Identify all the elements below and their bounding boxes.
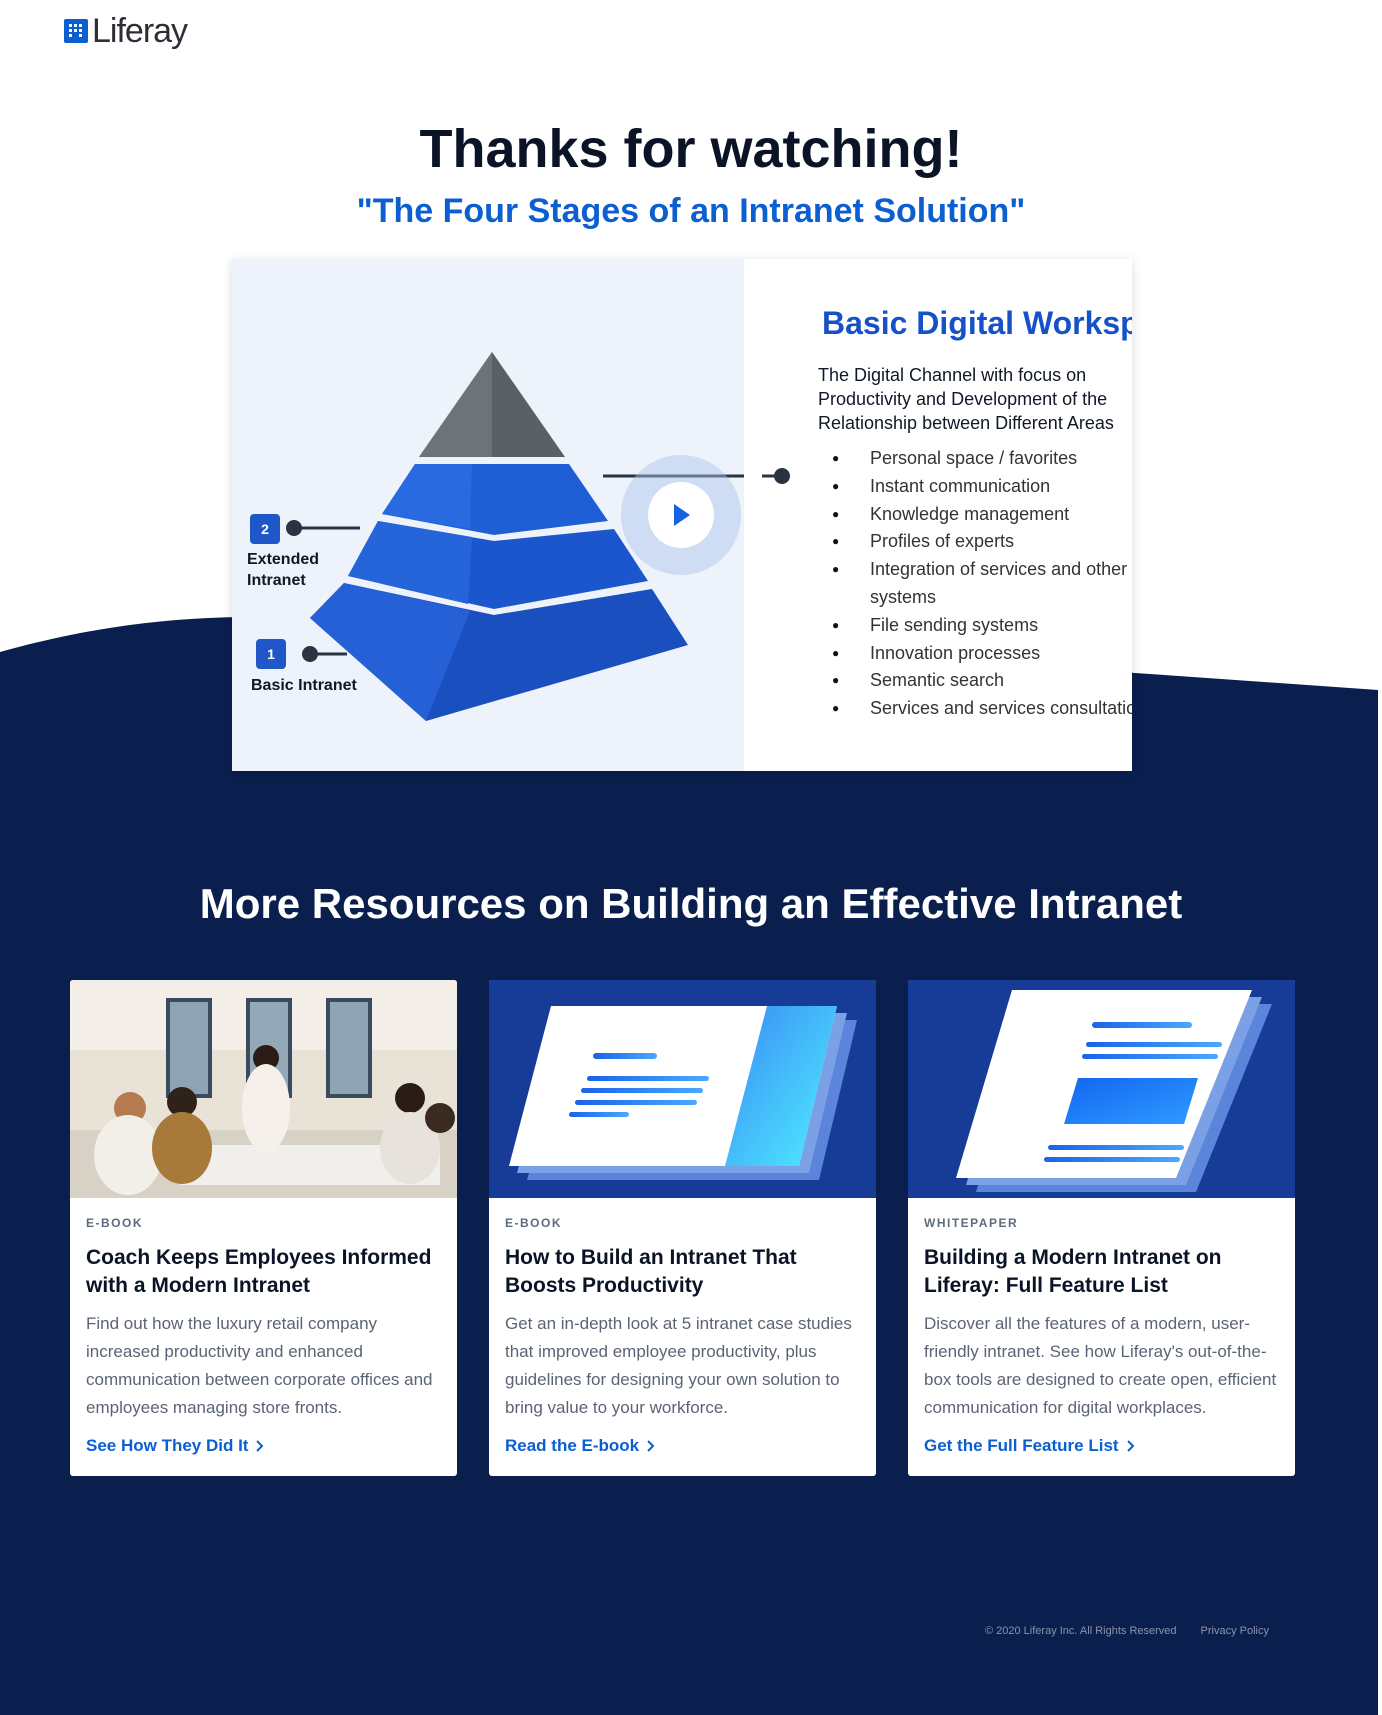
list-item: File sending systems	[832, 612, 1132, 640]
card-type: WHITEPAPER	[924, 1216, 1019, 1230]
logo-text: Liferay	[92, 12, 188, 50]
get-full-feature-list-link[interactable]: Get the Full Feature List	[924, 1436, 1135, 1456]
liferay-logo[interactable]: Liferay	[64, 12, 188, 50]
card-description: Find out how the luxury retail company i…	[86, 1314, 433, 1417]
chevron-right-icon	[647, 1440, 655, 1452]
play-button-inner	[648, 482, 714, 548]
whitepaper-illustration	[908, 980, 1295, 1198]
list-item: Instant communication	[832, 473, 1132, 501]
slide-bullet-list: Personal space / favorites Instant commu…	[832, 445, 1132, 723]
page-title: Thanks for watching!	[419, 119, 963, 179]
stage-1-badge: 1	[256, 639, 286, 669]
footer: © 2020 Liferay Inc. All Rights Reserved …	[985, 1625, 1269, 1637]
privacy-policy-link[interactable]: Privacy Policy	[1201, 1625, 1269, 1637]
card-description: Discover all the features of a modern, u…	[924, 1314, 1277, 1417]
list-item: Personal space / favorites	[832, 445, 1132, 473]
video-title: "The Four Stages of an Intranet Solution…	[356, 192, 1026, 230]
copyright-text: © 2020 Liferay Inc. All Rights Reserved	[984, 1625, 1177, 1637]
stage-2-badge: 2	[250, 514, 280, 544]
list-item: Semantic search	[832, 667, 1132, 695]
resources-title: More Resources on Building an Effective …	[199, 880, 1183, 927]
list-item: Innovation processes	[832, 640, 1132, 668]
chevron-right-icon	[256, 1440, 264, 1452]
chevron-right-icon	[1126, 1440, 1135, 1452]
resource-card-ebook[interactable]: E-BOOK How to Build an Intranet That Boo…	[489, 980, 876, 1476]
card-type: E-BOOK	[505, 1216, 562, 1230]
resource-card-whitepaper[interactable]: WHITEPAPER Building a Modern Intranet on…	[908, 980, 1295, 1476]
card-link-label: See How They Did It	[86, 1436, 249, 1455]
liferay-logo-icon	[64, 19, 88, 43]
play-button[interactable]	[621, 455, 741, 575]
card-title: How to Build an Intranet That Boosts Pro…	[505, 1246, 797, 1297]
list-item: Knowledge management	[832, 501, 1132, 529]
card-title: Building a Modern Intranet on Liferay: F…	[924, 1246, 1222, 1297]
card-link-label: Read the E-book	[505, 1436, 640, 1455]
video-player[interactable]: 2 Extended Intranet 1 Basic Intranet Bas…	[232, 259, 1132, 771]
ebook-illustration	[489, 980, 876, 1198]
office-meeting-photo	[70, 980, 457, 1198]
see-how-they-did-it-link[interactable]: See How They Did It	[86, 1436, 264, 1456]
slide-title: Basic Digital Workspa	[822, 305, 1132, 341]
list-item: Services and services consultatio	[832, 695, 1132, 723]
stage-1-label: Basic Intranet	[251, 677, 357, 694]
read-the-ebook-link[interactable]: Read the E-book	[505, 1436, 655, 1456]
card-type: E-BOOK	[86, 1216, 143, 1230]
slide-description: The Digital Channel with focus on Produc…	[818, 365, 1114, 433]
list-item: Integration of services and other system…	[832, 556, 1132, 612]
card-title: Coach Keeps Employees Informed with a Mo…	[86, 1246, 432, 1297]
card-description: Get an in-depth look at 5 intranet case …	[505, 1314, 852, 1417]
play-icon	[674, 504, 690, 526]
stage-2-label: Extended Intranet	[247, 551, 320, 589]
slide-connector-dot	[762, 468, 790, 484]
card-link-label: Get the Full Feature List	[924, 1436, 1119, 1455]
list-item: Profiles of experts	[832, 528, 1132, 556]
resource-card-coach[interactable]: E-BOOK Coach Keeps Employees Informed wi…	[70, 980, 457, 1476]
